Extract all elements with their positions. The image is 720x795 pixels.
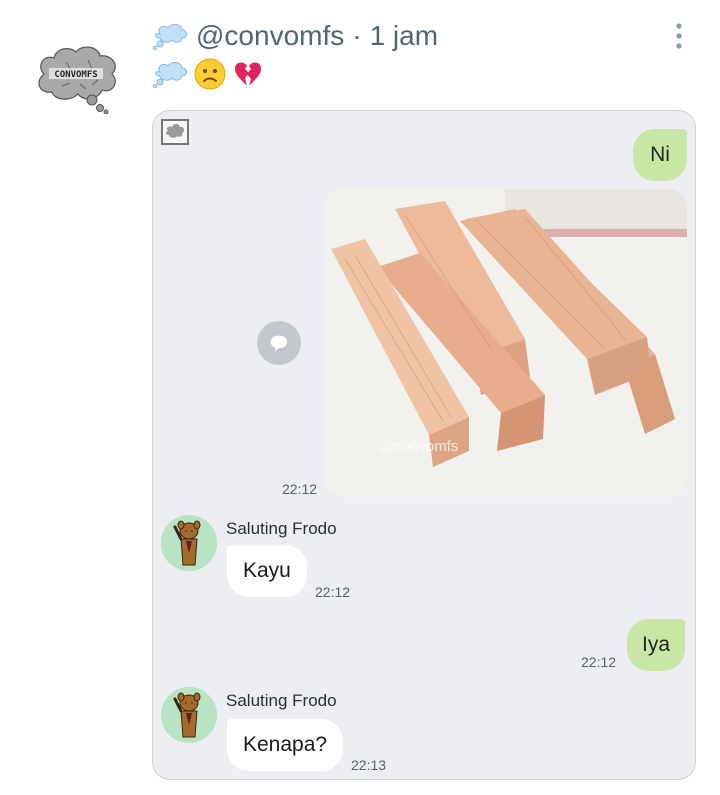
frowning-face-icon: [194, 58, 226, 90]
shared-photo[interactable]: @convomfs: [325, 189, 687, 497]
message-text: Kenapa?: [243, 733, 328, 756]
tweet-header: @convomfs · 1 jam: [152, 20, 438, 52]
sender-avatar[interactable]: [161, 687, 217, 743]
more-options-icon[interactable]: [672, 22, 686, 50]
message-text: Kayu: [243, 559, 291, 582]
message-text: Ni: [650, 143, 670, 166]
user-handle[interactable]: @convomfs: [196, 20, 344, 52]
convomfs-logo-icon: [161, 119, 189, 145]
tweet-time[interactable]: 1 jam: [370, 20, 438, 52]
thought-bubble-icon: [152, 61, 187, 88]
tweet-text: [152, 58, 264, 90]
chat-screenshot[interactable]: Ni @convomfs 22:12 Saluting Frodo Kayu 2…: [152, 110, 696, 780]
message-bubble-outgoing[interactable]: Ni: [633, 129, 687, 181]
message-bubble-incoming[interactable]: Kayu: [227, 545, 307, 597]
message-time: 22:12: [282, 481, 318, 497]
message-bubble-incoming[interactable]: Kenapa?: [227, 719, 344, 771]
message-time: 22:13: [351, 757, 387, 773]
message-time: 22:12: [315, 584, 351, 600]
header-separator: ·: [352, 20, 362, 51]
sender-name: Saluting Frodo: [226, 691, 337, 710]
sender-avatar[interactable]: [161, 515, 217, 571]
broken-heart-icon: [235, 62, 261, 86]
photo-watermark: @convomfs: [379, 438, 458, 455]
sender-name: Saluting Frodo: [226, 519, 337, 538]
avatar[interactable]: CONVOMFS: [32, 40, 120, 114]
message-bubble-outgoing[interactable]: Iya: [627, 619, 685, 671]
thought-bubble-icon: [152, 23, 187, 50]
message-text: Iya: [641, 633, 670, 656]
share-icon[interactable]: [257, 321, 301, 365]
message-time: 22:12: [581, 654, 617, 670]
avatar-text: CONVOMFS: [54, 70, 97, 80]
